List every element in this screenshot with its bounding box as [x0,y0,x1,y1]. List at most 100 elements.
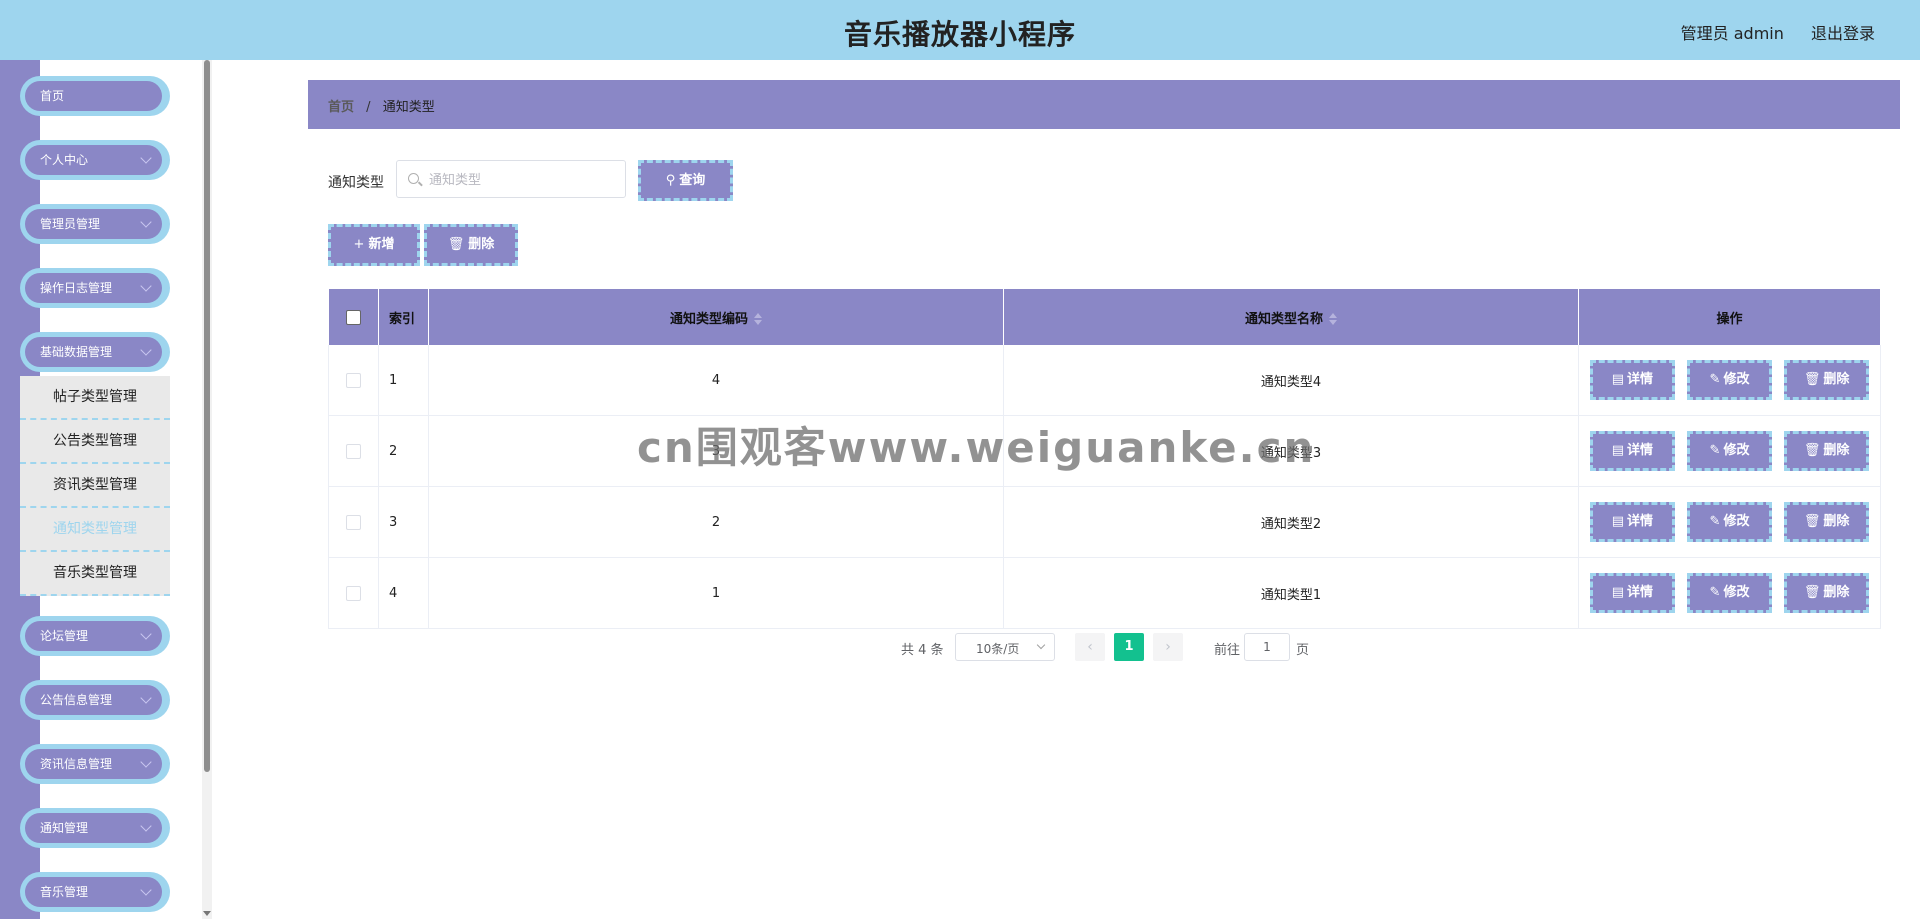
search-input[interactable] [427,161,621,199]
breadcrumb: 首页 / 通知类型 [328,96,435,115]
trash-icon: 🗑 [1803,372,1821,387]
edit-button[interactable]: ✎ 修改 [1687,360,1772,400]
page-number-current[interactable]: 1 [1114,633,1144,661]
row-checkbox[interactable] [346,514,361,530]
table-row: 2 3 通知类型3 ▤ 详情 ✎ 修改 🗑 删除 [328,415,1881,487]
breadcrumb-bar: 首页 / 通知类型 [308,80,1900,129]
document-icon: ▤ [1611,443,1624,458]
admin-user-label[interactable]: 管理员 admin [1681,24,1784,43]
sidebar-item-forum[interactable]: 论坛管理 [20,616,170,656]
sort-icon[interactable] [1329,312,1337,326]
sidebar-item-label: 管理员管理 [40,217,101,231]
document-icon: ▤ [1611,514,1624,529]
detail-button[interactable]: ▤ 详情 [1589,431,1675,471]
goto-page-input[interactable] [1244,633,1290,661]
page-size-select[interactable]: 10条/页 [955,633,1055,661]
sidebar-item-label: 基础数据管理 [40,345,113,359]
pagination-total: 共 4 条 [901,643,944,658]
submenu-item-music-type[interactable]: 音乐类型管理 [20,552,170,596]
row-name: 通知类型4 [1003,345,1579,416]
scroll-down-arrow-icon[interactable] [203,911,211,916]
table-row: 3 2 通知类型2 ▤ 详情 ✎ 修改 🗑 删除 [328,486,1881,558]
sidebar-item-news[interactable]: 资讯信息管理 [20,744,170,784]
sort-icon[interactable] [754,312,762,326]
table-row: 1 4 通知类型4 ▤ 详情 ✎ 修改 🗑 删除 [328,345,1881,416]
trash-icon: 🗑 [1803,443,1821,458]
breadcrumb-current: 通知类型 [382,100,435,115]
row-index: 4 [378,557,429,629]
sidebar-item-personal-center[interactable]: 个人中心 [20,140,170,180]
sidebar-item-label: 公告信息管理 [40,693,113,707]
document-icon: ▤ [1611,372,1624,387]
row-code: 2 [428,486,1004,558]
sidebar-item-label: 个人中心 [40,153,89,167]
search-field[interactable] [396,160,626,199]
prev-page-button[interactable]: ‹ [1075,633,1105,661]
search-icon: ⚲ [665,173,676,188]
add-button[interactable]: + 新增 [328,224,420,266]
search-label: 通知类型 [328,175,384,191]
column-header-name[interactable]: 通知类型名称 [1003,289,1579,345]
table-header-row: 索引 通知类型编码 通知类型名称 操作 [328,289,1881,345]
sidebar: 首页 个人中心 管理员管理 操作日志管理 基础数据管理 帖子类型管理 公告类型管… [0,60,213,919]
breadcrumb-home[interactable]: 首页 [328,100,354,115]
chevron-down-icon [1036,640,1046,650]
pencil-icon: ✎ [1709,585,1721,600]
row-checkbox[interactable] [346,372,361,388]
trash-icon: 🗑 [1803,514,1821,529]
row-name: 通知类型2 [1003,486,1579,558]
edit-button[interactable]: ✎ 修改 [1687,573,1772,613]
plus-icon: + [353,237,365,252]
row-checkbox[interactable] [346,443,361,459]
delete-button[interactable]: 🗑 删除 [1784,431,1870,471]
sidebar-item-announcement[interactable]: 公告信息管理 [20,680,170,720]
sidebar-scrollbar[interactable] [202,60,212,919]
app-title: 音乐播放器小程序 [843,18,1076,51]
bulk-delete-button[interactable]: 🗑 删除 [424,224,518,266]
trash-icon: 🗑 [1803,585,1821,600]
submenu-item-post-type[interactable]: 帖子类型管理 [20,376,170,420]
submenu-item-news-type[interactable]: 资讯类型管理 [20,464,170,508]
edit-button[interactable]: ✎ 修改 [1687,502,1772,542]
logout-link[interactable]: 退出登录 [1811,24,1875,43]
select-all-cell [328,289,379,345]
delete-button[interactable]: 🗑 删除 [1784,360,1870,400]
table-row: 4 1 通知类型1 ▤ 详情 ✎ 修改 🗑 删除 [328,557,1881,629]
sidebar-item-home[interactable]: 首页 [20,76,170,116]
sidebar-item-log-management[interactable]: 操作日志管理 [20,268,170,308]
query-button[interactable]: ⚲ 查询 [638,160,733,201]
page-size-value: 10条/页 [976,642,1020,656]
select-all-checkbox[interactable] [345,309,361,325]
sidebar-item-label: 首页 [40,89,65,103]
column-header-index: 索引 [378,289,429,345]
next-page-button[interactable]: › [1153,633,1183,661]
search-icon [408,173,419,184]
pencil-icon: ✎ [1709,443,1721,458]
pencil-icon: ✎ [1709,372,1721,387]
edit-button[interactable]: ✎ 修改 [1687,431,1772,471]
detail-button[interactable]: ▤ 详情 [1589,360,1675,400]
document-icon: ▤ [1611,585,1624,600]
sidebar-item-music[interactable]: 音乐管理 [20,872,170,912]
delete-button[interactable]: 🗑 删除 [1784,573,1870,613]
detail-button[interactable]: ▤ 详情 [1589,573,1675,613]
scrollbar-thumb[interactable] [204,60,210,772]
sidebar-item-label: 操作日志管理 [40,281,113,295]
submenu-item-notification-type[interactable]: 通知类型管理 [20,508,170,552]
row-checkbox[interactable] [346,585,361,601]
sidebar-item-notification[interactable]: 通知管理 [20,808,170,848]
notification-type-table: 索引 通知类型编码 通知类型名称 操作 1 4 通知类型4 ▤ 详情 ✎ 修改 🗑 删… [328,289,1881,629]
detail-button[interactable]: ▤ 详情 [1589,502,1675,542]
sidebar-item-base-data[interactable]: 基础数据管理 [20,332,170,372]
trash-icon: 🗑 [447,237,465,252]
column-header-code[interactable]: 通知类型编码 [428,289,1004,345]
sidebar-item-admin-management[interactable]: 管理员管理 [20,204,170,244]
row-name: 通知类型3 [1003,415,1579,487]
row-code: 4 [428,345,1004,416]
row-code: 3 [428,415,1004,487]
submenu-item-notice-type[interactable]: 公告类型管理 [20,420,170,464]
goto-label: 前往 [1214,643,1241,658]
sidebar-item-label: 资讯信息管理 [40,757,113,771]
column-header-ops: 操作 [1578,289,1881,345]
delete-button[interactable]: 🗑 删除 [1784,502,1870,542]
